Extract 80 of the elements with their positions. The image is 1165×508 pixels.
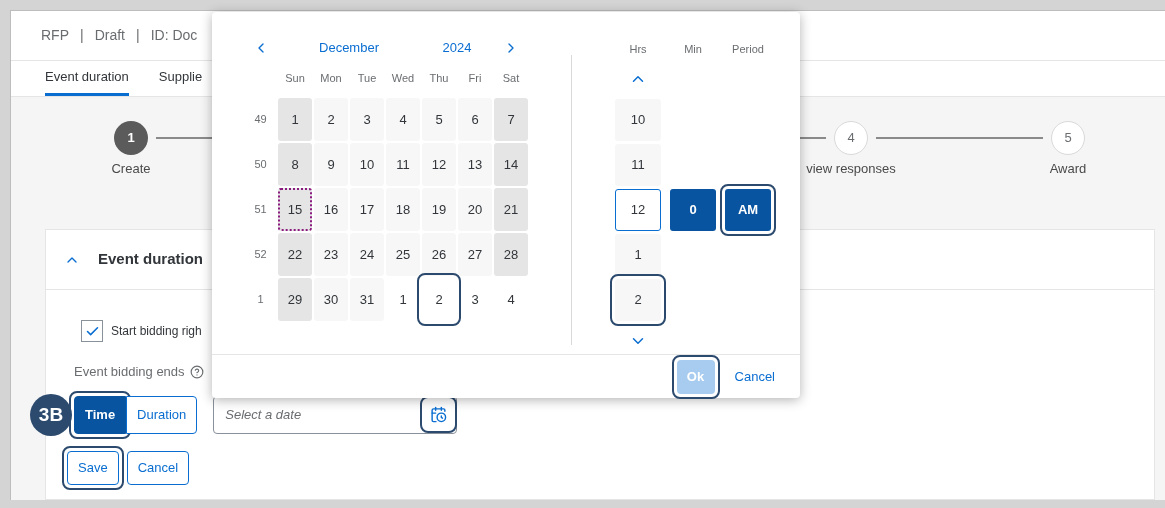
day-cell[interactable]: 2	[422, 278, 456, 321]
weekday-label: Fri	[468, 71, 482, 86]
action-button[interactable]: Cancel	[126, 450, 190, 485]
day-cell[interactable]: 27	[458, 233, 492, 276]
day-cell[interactable]: 20	[458, 188, 492, 231]
section-title: Event duration	[98, 249, 203, 270]
segment-button[interactable]: Time	[74, 395, 127, 434]
day-cell[interactable]: 18	[386, 188, 420, 231]
help-icon[interactable]	[189, 364, 204, 379]
day-cell[interactable]: 16	[314, 188, 348, 231]
day-cell[interactable]: 7	[494, 98, 528, 141]
day-cell[interactable]: 23	[314, 233, 348, 276]
time-option[interactable]: AM	[725, 189, 771, 231]
day-cell[interactable]: 10	[350, 143, 384, 186]
header-text: RFP	[41, 26, 69, 45]
time-option[interactable]: 1	[615, 234, 661, 276]
checkbox[interactable]	[81, 320, 103, 342]
day-cell[interactable]: 2	[314, 98, 348, 141]
day-cell[interactable]: 22	[278, 233, 312, 276]
day-cell[interactable]: 25	[386, 233, 420, 276]
day-cell[interactable]: 3	[458, 278, 492, 321]
time-column-header: Hrs	[629, 42, 647, 57]
day-cell[interactable]: 24	[350, 233, 384, 276]
time-column-header: Period	[732, 42, 764, 57]
day-cell[interactable]: 6	[458, 98, 492, 141]
time-column-header: Min	[684, 42, 702, 57]
header-text: Draft	[94, 26, 125, 45]
time-option[interactable]: 12	[615, 189, 661, 231]
month-selector[interactable]: December	[319, 38, 379, 58]
time-option[interactable]: 0	[670, 189, 716, 231]
weekday-label: Thu	[429, 71, 449, 86]
weekday-label: Mon	[320, 71, 342, 86]
header-text: |	[80, 26, 84, 45]
week-number: 49	[254, 112, 267, 128]
step-label: Award	[1049, 160, 1087, 178]
header-text: ID: Doc	[150, 26, 198, 45]
day-cell[interactable]: 9	[314, 143, 348, 186]
day-cell[interactable]: 8	[278, 143, 312, 186]
time-option[interactable]: 10	[615, 99, 661, 141]
day-cell[interactable]: 31	[350, 278, 384, 321]
day-cell[interactable]: 15	[278, 188, 312, 231]
checkbox-label: Start bidding righ	[111, 323, 202, 340]
day-cell[interactable]: 12	[422, 143, 456, 186]
week-number: 1	[257, 292, 264, 308]
day-cell[interactable]: 17	[350, 188, 384, 231]
calendar-icon[interactable]	[430, 405, 448, 423]
day-cell[interactable]: 3	[350, 98, 384, 141]
weekday-label: Sun	[285, 71, 305, 86]
weekday-label: Sat	[502, 71, 520, 86]
day-cell[interactable]: 14	[494, 143, 528, 186]
day-cell[interactable]: 4	[386, 98, 420, 141]
time-option[interactable]: 11	[615, 144, 661, 186]
cancel-link[interactable]: Cancel	[734, 366, 775, 387]
segment-button[interactable]: Duration	[126, 395, 198, 434]
tab[interactable]: Supplie	[158, 61, 203, 96]
day-cell[interactable]: 29	[278, 278, 312, 321]
year-selector[interactable]: 2024	[442, 38, 472, 58]
time-option[interactable]: 2	[615, 279, 661, 321]
day-cell[interactable]: 11	[386, 143, 420, 186]
day-cell[interactable]: 21	[494, 188, 528, 231]
action-button[interactable]: Save	[67, 450, 119, 485]
weekday-label: Tue	[357, 71, 377, 86]
week-number: 52	[254, 247, 267, 263]
step-label: Create	[111, 160, 151, 178]
weekday-label: Wed	[391, 71, 415, 86]
week-number: 51	[254, 202, 267, 218]
week-number: 50	[254, 157, 267, 173]
day-cell[interactable]: 30	[314, 278, 348, 321]
day-cell[interactable]: 5	[422, 98, 456, 141]
day-cell[interactable]: 1	[386, 278, 420, 321]
day-cell[interactable]: 1	[278, 98, 312, 141]
step-label: view responses	[806, 160, 896, 178]
header-text: |	[136, 26, 140, 45]
tab[interactable]: Event duration	[45, 61, 129, 96]
day-cell[interactable]: 28	[494, 233, 528, 276]
day-cell[interactable]: 13	[458, 143, 492, 186]
day-cell[interactable]: 26	[422, 233, 456, 276]
day-cell[interactable]: 19	[422, 188, 456, 231]
field-label: Event bidding ends	[74, 363, 185, 381]
day-cell[interactable]: 4	[494, 278, 528, 321]
